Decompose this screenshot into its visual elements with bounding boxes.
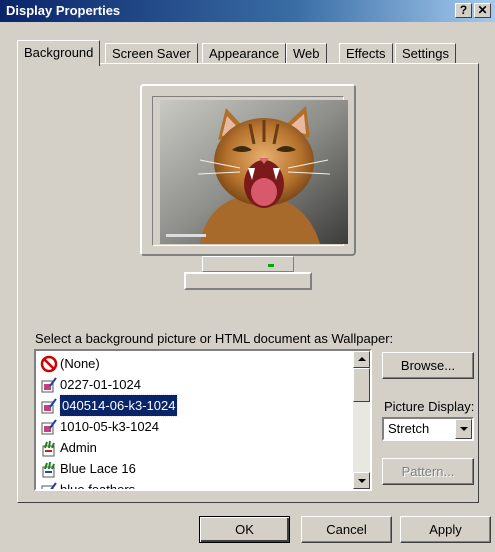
tab-background[interactable]: Background xyxy=(17,40,101,66)
cancel-button[interactable]: Cancel xyxy=(301,516,392,543)
title-bar[interactable]: Display Properties ? ✕ xyxy=(0,0,495,22)
list-scrollbar[interactable] xyxy=(353,351,370,489)
display-properties-window: Display Properties ? ✕ Background Screen… xyxy=(0,0,495,552)
arrow-down-icon xyxy=(358,479,366,483)
chevron-down-icon xyxy=(460,427,468,431)
ok-button[interactable]: OK xyxy=(199,516,290,543)
list-item[interactable]: Blue Lace 16 xyxy=(38,458,352,479)
tab-web[interactable]: Web xyxy=(286,43,327,64)
image-file-icon xyxy=(40,481,58,489)
scroll-thumb[interactable] xyxy=(353,368,370,402)
image-file-icon xyxy=(40,397,58,415)
arrow-up-icon xyxy=(358,357,366,361)
list-item[interactable]: (None) xyxy=(38,353,352,374)
browse-button[interactable]: Browse... xyxy=(382,352,474,379)
image-file-icon xyxy=(40,418,58,436)
monitor-base xyxy=(202,256,294,272)
list-item[interactable]: 1010-05-k3-1024 xyxy=(38,416,352,437)
window-title: Display Properties xyxy=(6,3,121,18)
picture-display-label: Picture Display: xyxy=(384,399,475,414)
image-file-icon xyxy=(40,376,58,394)
cat-photo-preview xyxy=(160,100,348,244)
list-item-selected[interactable]: 040514-06-k3-1024 xyxy=(38,394,352,417)
list-item[interactable]: Admin xyxy=(38,437,352,458)
list-item[interactable]: 0227-01-1024 xyxy=(38,374,352,395)
tab-screen-saver[interactable]: Screen Saver xyxy=(105,43,198,64)
scroll-up-button[interactable] xyxy=(353,351,370,368)
power-led xyxy=(268,264,274,267)
tab-settings[interactable]: Settings xyxy=(395,43,456,64)
wallpaper-listbox[interactable]: (None) 0227-01-1024 040514-06-k3-1024 10… xyxy=(34,349,372,491)
tab-appearance[interactable]: Appearance xyxy=(202,43,287,64)
pattern-button[interactable]: Pattern... xyxy=(382,458,474,485)
list-item[interactable]: blue feathers xyxy=(38,479,352,489)
bitmap-file-icon xyxy=(40,439,58,457)
dropdown-button[interactable] xyxy=(455,419,472,439)
wallpaper-preview xyxy=(160,100,348,244)
picture-display-value: Stretch xyxy=(388,421,430,436)
apply-button[interactable]: Apply xyxy=(400,516,491,543)
close-button[interactable]: ✕ xyxy=(474,3,491,18)
picture-display-select[interactable]: Stretch xyxy=(382,417,474,441)
scroll-down-button[interactable] xyxy=(353,472,370,489)
tab-effects[interactable]: Effects xyxy=(339,43,393,64)
help-button[interactable]: ? xyxy=(455,3,472,18)
monitor-stand xyxy=(184,272,312,290)
wallpaper-prompt-label: Select a background picture or HTML docu… xyxy=(35,331,394,346)
bitmap-file-icon xyxy=(40,460,58,478)
none-icon xyxy=(40,355,58,373)
